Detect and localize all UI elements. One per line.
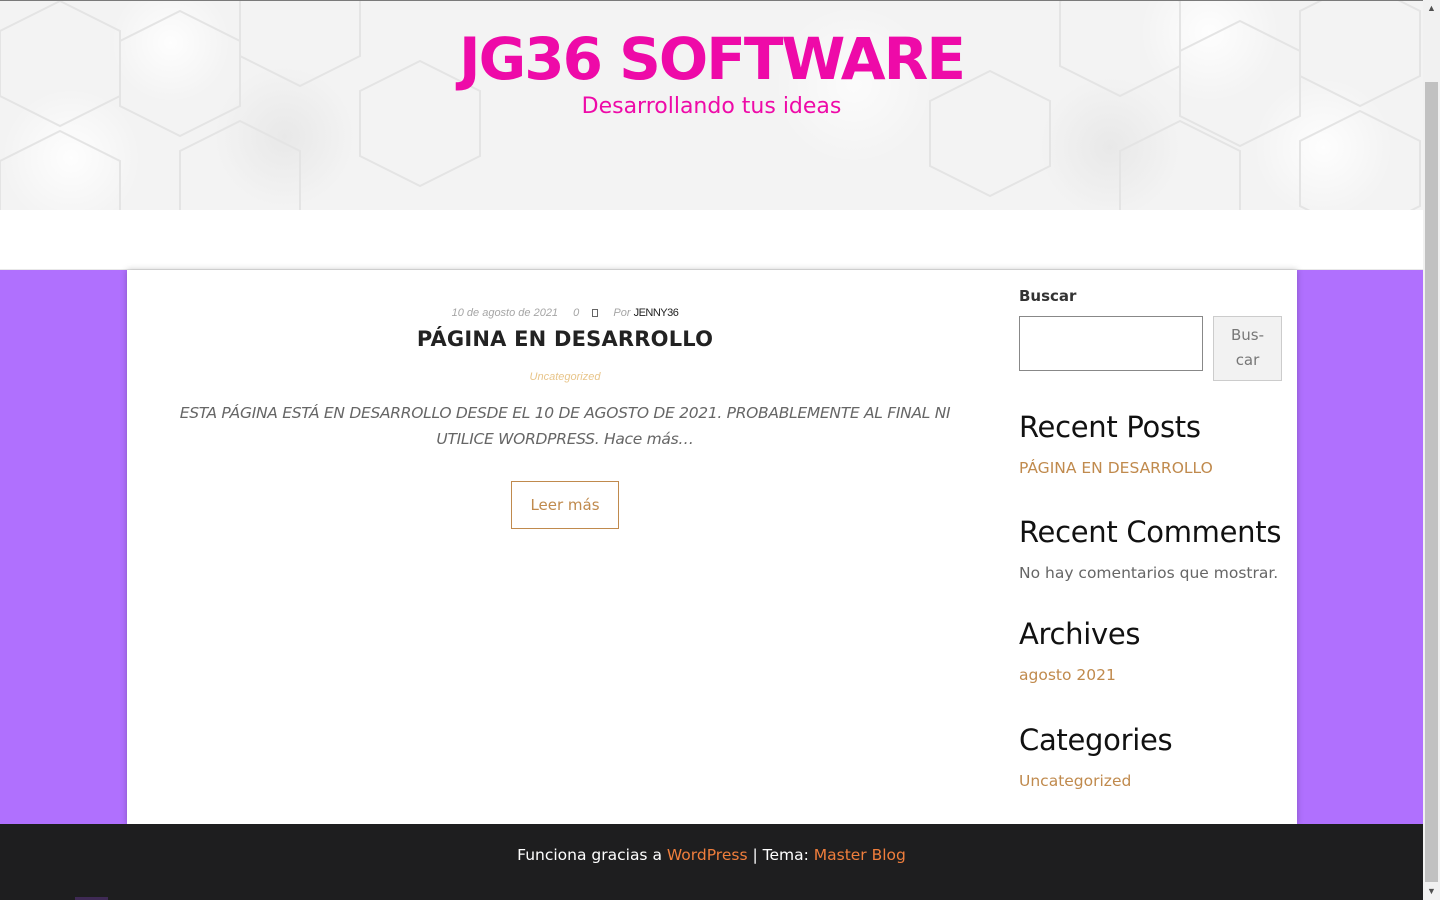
wordpress-link[interactable]: WordPress [667,846,748,864]
scroll-up-arrow-icon[interactable]: ▲ [1423,0,1440,17]
post-date[interactable]: 10 de agosto de 2021 [452,307,558,319]
sidebar: Buscar Bus-car Recent Posts PÁGINA EN DE… [1019,270,1297,824]
site-title[interactable]: JG36 SOFTWARE [0,25,1423,93]
search-label: Buscar [1019,287,1077,305]
archives-title: Archives [1019,617,1141,651]
post-author[interactable]: JENNY36 [634,307,679,319]
main-content: 10 de agosto de 2021 0 Por JENNY36 PÁGIN… [127,270,1297,824]
categories-title: Categories [1019,723,1173,757]
navigation-bar [0,210,1423,270]
comment-count[interactable]: 0 [573,307,579,319]
theme-separator: | Tema: [752,846,809,864]
category-link[interactable]: Uncategorized [1019,772,1131,790]
theme-link[interactable]: Master Blog [814,846,906,864]
recent-post-link[interactable]: PÁGINA EN DESARROLLO [1019,459,1213,477]
scroll-down-arrow-icon[interactable]: ▼ [1423,883,1440,900]
comment-icon [592,309,599,317]
recent-comments-title: Recent Comments [1019,515,1282,549]
read-more-button[interactable]: Leer más [511,481,619,529]
vertical-scrollbar[interactable]: ▲ ▼ [1423,0,1440,900]
site-header: JG36 SOFTWARE Desarrollando tus ideas [0,0,1423,211]
browser-viewport: JG36 SOFTWARE Desarrollando tus ideas 10… [0,0,1423,900]
archive-link[interactable]: agosto 2021 [1019,666,1116,684]
post-category[interactable]: Uncategorized [127,371,1003,383]
by-label: Por [613,307,631,319]
search-input[interactable] [1019,316,1203,371]
no-comments-text: No hay comentarios que mostrar. [1019,564,1279,582]
post-meta: 10 de agosto de 2021 0 Por JENNY36 [127,307,1003,319]
site-footer: Funciona gracias a WordPress | Tema: Mas… [0,824,1423,900]
footer-credits: Funciona gracias a WordPress | Tema: Mas… [0,846,1423,864]
site-tagline: Desarrollando tus ideas [581,94,842,119]
powered-by-text: Funciona gracias a [517,846,662,864]
post-title[interactable]: PÁGINA EN DESARROLLO [127,327,1003,351]
scrollbar-thumb[interactable] [1425,82,1438,882]
recent-posts-title: Recent Posts [1019,410,1201,444]
post-excerpt: ESTA PÁGINA ESTÁ EN DESARROLLO DESDE EL … [179,404,951,448]
search-button[interactable]: Bus-car [1213,316,1282,381]
